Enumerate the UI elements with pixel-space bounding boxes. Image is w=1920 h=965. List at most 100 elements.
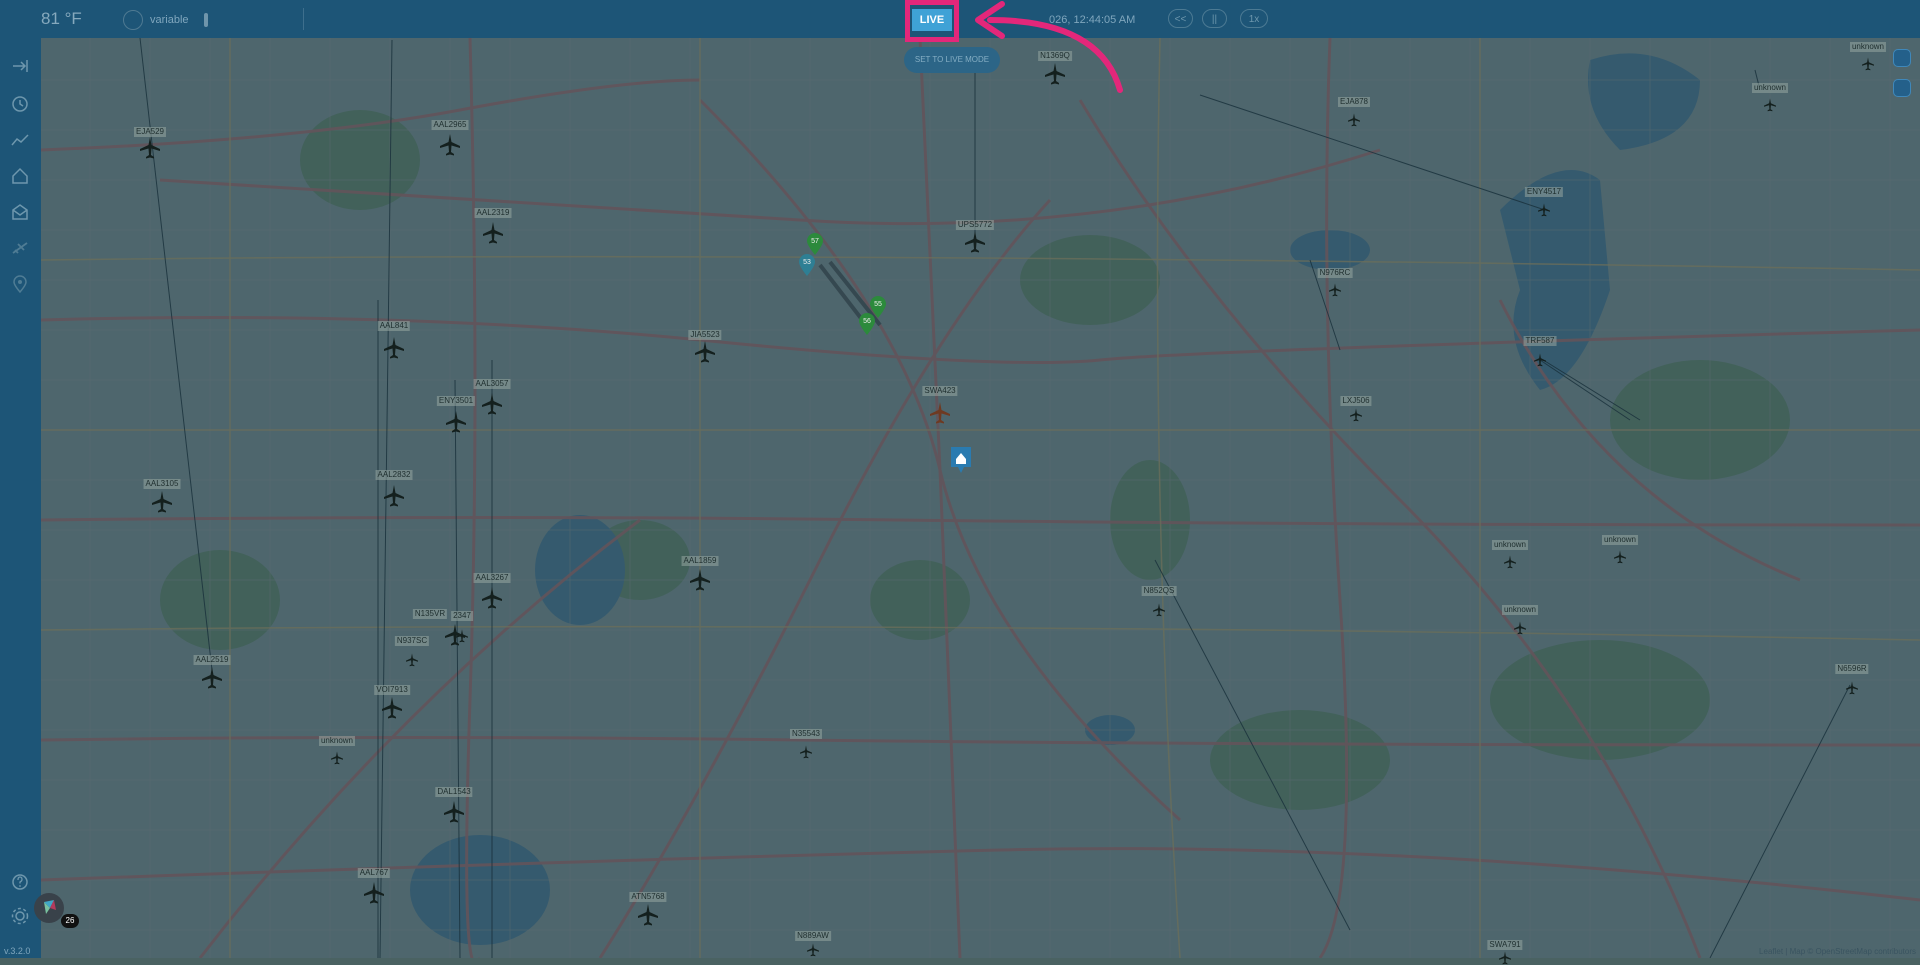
airplane-icon[interactable]: [1152, 603, 1166, 617]
airplane-icon[interactable]: [963, 230, 987, 254]
gate-marker[interactable]: 56: [858, 312, 876, 336]
flight-label[interactable]: SWA423: [922, 386, 958, 396]
flight-label[interactable]: AAL2519: [193, 655, 231, 665]
flight-label[interactable]: N35543: [789, 729, 823, 739]
flight-label[interactable]: N1369Q: [1038, 51, 1072, 61]
airplane-icon[interactable]: [688, 568, 712, 592]
flight-label[interactable]: LXJ506: [1340, 396, 1372, 406]
airplane-icon[interactable]: [362, 881, 386, 905]
airplane-icon[interactable]: [806, 943, 820, 957]
flight-label[interactable]: ATN5768: [629, 892, 667, 902]
airplane-icon[interactable]: [1533, 353, 1547, 367]
question-icon[interactable]: [10, 872, 30, 892]
highlight-frame: [905, 0, 959, 42]
airplane-icon[interactable]: [1347, 113, 1361, 127]
airplane-icon[interactable]: [1763, 98, 1777, 112]
speed-button[interactable]: 1x: [1240, 9, 1268, 28]
flight-label[interactable]: AAL2965: [431, 120, 469, 130]
airplane-icon[interactable]: [928, 401, 952, 425]
notification-count-badge: 26: [61, 914, 79, 928]
airplane-icon[interactable]: [455, 629, 469, 643]
airplane-icon[interactable]: [1349, 408, 1363, 422]
airplane-icon[interactable]: [480, 586, 504, 610]
flight-label[interactable]: N889AW: [795, 931, 831, 941]
gate-marker[interactable]: 53: [798, 253, 816, 277]
version-label: v.3.2.0: [4, 946, 31, 956]
airplane-icon[interactable]: [438, 133, 462, 157]
airplane-icon[interactable]: [1328, 283, 1342, 297]
gate-label: 57: [811, 238, 819, 245]
flight-label[interactable]: unknown: [318, 736, 356, 746]
flight-label[interactable]: AAL2832: [375, 470, 413, 480]
flight-label[interactable]: AAL2319: [474, 208, 512, 218]
gear-icon[interactable]: [10, 906, 30, 926]
airplane-icon[interactable]: [1537, 203, 1551, 217]
flight-label[interactable]: N852QS: [1141, 586, 1177, 596]
flight-label[interactable]: ENY3501: [436, 396, 476, 406]
sidebar-collapse-icon[interactable]: [10, 56, 30, 76]
map-background[interactable]: [0, 0, 1920, 958]
flight-label[interactable]: TRF587: [1523, 336, 1557, 346]
flight-label[interactable]: AAL3267: [473, 573, 511, 583]
airplane-icon[interactable]: [200, 666, 224, 690]
chart-icon[interactable]: [10, 130, 30, 150]
airplane-icon[interactable]: [444, 410, 468, 434]
airplane-icon[interactable]: [382, 484, 406, 508]
airplane-icon[interactable]: [1861, 57, 1875, 71]
airplane-icon[interactable]: [480, 392, 504, 416]
airplane-icon[interactable]: [442, 800, 466, 824]
airplane-icon[interactable]: [10, 238, 30, 258]
flight-label[interactable]: AAL767: [357, 868, 391, 878]
flight-label[interactable]: VOI7913: [374, 685, 410, 695]
gate-label: 56: [863, 318, 871, 325]
zoom-out-button[interactable]: [1893, 79, 1911, 97]
airplane-icon[interactable]: [636, 903, 660, 927]
flight-label[interactable]: JIA5523: [688, 330, 722, 340]
divider: [303, 8, 304, 30]
airplane-icon[interactable]: [1613, 550, 1627, 564]
map-attribution: Leaflet | Map © OpenStreetMap contributo…: [1759, 947, 1916, 956]
zoom-in-button[interactable]: [1893, 49, 1911, 67]
inbox-icon[interactable]: [10, 202, 30, 222]
sidebar: [0, 38, 41, 958]
home-icon[interactable]: [10, 166, 30, 186]
flight-label[interactable]: unknown: [1751, 83, 1789, 93]
airplane-icon[interactable]: [405, 653, 419, 667]
flight-label[interactable]: N135VR: [412, 609, 448, 619]
flight-label[interactable]: N937SC: [394, 636, 430, 646]
flight-label[interactable]: SWA791: [1487, 940, 1523, 950]
flight-label[interactable]: N976RC: [1317, 268, 1353, 278]
flight-label[interactable]: unknown: [1849, 42, 1887, 52]
flight-label[interactable]: AAL1859: [681, 556, 719, 566]
airplane-icon[interactable]: [1845, 681, 1859, 695]
flight-label[interactable]: ENY4517: [1524, 187, 1564, 197]
airplane-icon[interactable]: [382, 336, 406, 360]
flight-label[interactable]: AAL841: [377, 321, 411, 331]
airplane-icon[interactable]: [693, 340, 717, 364]
flight-label[interactable]: DAL1543: [435, 787, 473, 797]
flight-label[interactable]: EJA878: [1337, 97, 1371, 107]
airplane-icon[interactable]: [150, 490, 174, 514]
logo-icon: [44, 900, 56, 914]
flight-label[interactable]: unknown: [1491, 540, 1529, 550]
flight-label[interactable]: AAL3057: [473, 379, 511, 389]
airplane-icon[interactable]: [1503, 555, 1517, 569]
airplane-icon[interactable]: [1513, 621, 1527, 635]
clock-icon[interactable]: [10, 94, 30, 114]
airplane-icon[interactable]: [799, 745, 813, 759]
airplane-icon[interactable]: [481, 221, 505, 245]
home-marker-icon[interactable]: [950, 446, 972, 474]
airplane-icon[interactable]: [330, 751, 344, 765]
flight-label[interactable]: unknown: [1601, 535, 1639, 545]
airplane-icon[interactable]: [380, 696, 404, 720]
location-pin-icon[interactable]: [10, 274, 30, 294]
flight-label[interactable]: UPS5772: [955, 220, 995, 230]
airplane-icon[interactable]: [1043, 62, 1067, 86]
rewind-button[interactable]: <<: [1168, 9, 1193, 28]
flight-label[interactable]: unknown: [1501, 605, 1539, 615]
airplane-icon[interactable]: [138, 136, 162, 160]
flight-label[interactable]: AAL3105: [143, 479, 181, 489]
flight-label[interactable]: N6596R: [1835, 664, 1869, 674]
flight-label[interactable]: 2347: [451, 611, 473, 621]
pause-button[interactable]: ||: [1202, 9, 1227, 28]
